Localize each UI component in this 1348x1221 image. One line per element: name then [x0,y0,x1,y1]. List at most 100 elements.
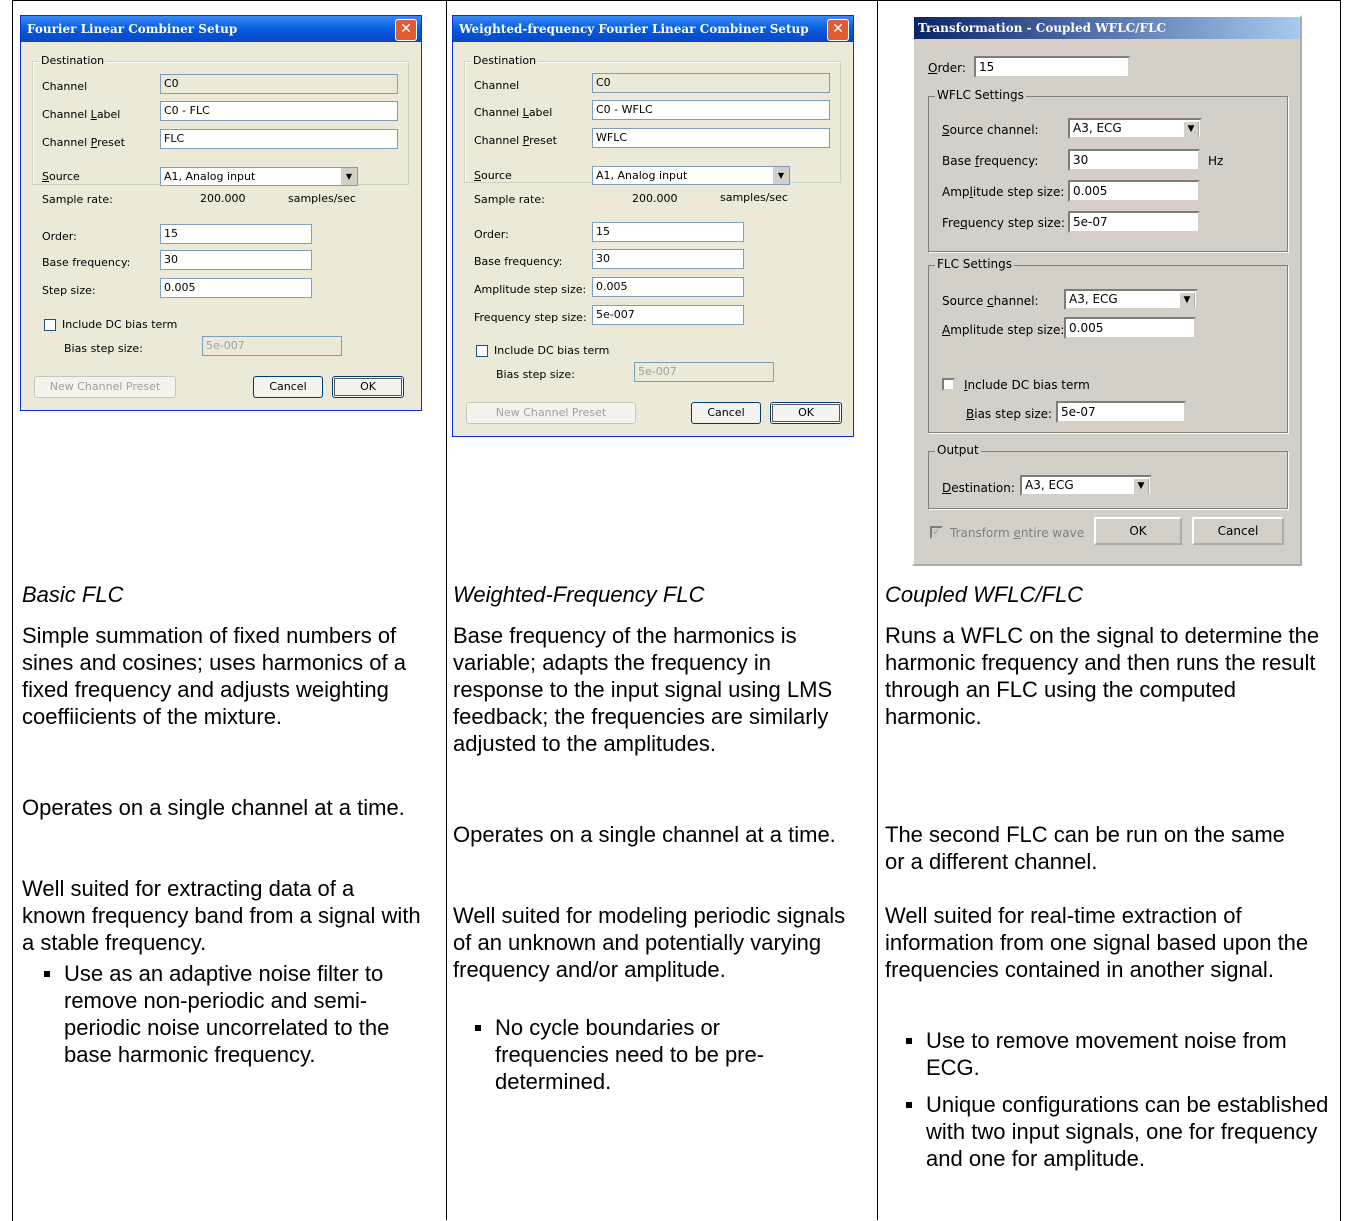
channel-preset-field[interactable]: FLC [160,129,398,149]
cancel-button[interactable]: Cancel [1192,517,1284,545]
bias-step-field[interactable]: 5e-007 [202,336,342,356]
destination-select[interactable]: A3, ECG ▼ [1020,475,1152,496]
frequency-step-field[interactable]: 5e-007 [592,305,744,325]
sample-rate-label: Sample rate: [42,193,113,206]
new-channel-preset-button[interactable]: New Channel Preset [34,376,176,398]
include-dc-label: Include DC bias term [964,378,1090,392]
source-label: Source [42,170,80,183]
bias-step-field[interactable]: 5e-007 [634,362,774,382]
column-description: Simple summation of fixed numbers of sin… [22,623,406,729]
bias-step-label: Bias step size: [64,342,143,355]
channel-label-label: Channel Label [42,108,121,121]
transform-entire-wave-checkbox[interactable]: ✓ [930,526,943,539]
chevron-down-icon[interactable]: ▼ [772,167,789,184]
column-suited: Well suited for real-time extraction of … [885,903,1309,982]
channel-field: C0 [592,73,830,93]
source-select[interactable]: A1, Analog input ▼ [160,167,358,186]
wflc-amplitude-step-label: Amplitude step size: [942,185,1065,199]
channel-label-field[interactable]: C0 - WFLC [592,100,830,120]
column-description: Runs a WFLC on the signal to determine t… [885,623,1320,729]
wflc-frequency-step-label: Frequency step size: [942,216,1065,230]
include-dc-label: Include DC bias term [62,318,178,331]
chevron-down-icon[interactable]: ▼ [340,168,357,185]
cancel-button[interactable]: Cancel [691,402,761,424]
bias-step-label: Bias step size: [966,407,1053,421]
close-icon[interactable]: ✕ [827,19,849,41]
channel-preset-label: Channel Preset [474,134,557,147]
cancel-button[interactable]: Cancel [253,376,323,398]
channel-label-label: Channel Label [474,106,553,119]
bias-step-field[interactable]: 5e-07 [1056,401,1186,423]
column-suited: Well suited for extracting data of a kno… [22,876,421,955]
column-bullets: No cycle boundaries or frequencies need … [467,1014,827,1105]
flc-amplitude-step-label: Amplitude step size: [942,323,1065,337]
include-dc-checkbox[interactable] [476,345,488,357]
include-dc-label: Include DC bias term [494,344,610,357]
channel-preset-label: Channel Preset [42,136,125,149]
chevron-down-icon[interactable]: ▼ [1179,292,1195,308]
destination-label: Destination: [942,481,1015,495]
chevron-down-icon[interactable]: ▼ [1133,478,1149,494]
wflc-source-select[interactable]: A3, ECG ▼ [1068,118,1202,139]
channel-label-field[interactable]: C0 - FLC [160,101,398,121]
flc-amplitude-step-field[interactable]: 0.005 [1064,317,1196,339]
wflc-amplitude-step-field[interactable]: 0.005 [1068,180,1200,202]
base-frequency-field[interactable]: 30 [592,249,744,269]
order-label: Order: [474,228,509,241]
column-description: Base frequency of the harmonics is varia… [453,623,833,756]
flc-source-select[interactable]: A3, ECG ▼ [1064,289,1198,310]
wflc-base-frequency-field[interactable]: 30 [1068,149,1200,171]
sample-rate-unit: samples/sec [720,191,788,204]
column-divider [446,0,447,1220]
ok-button[interactable]: OK [332,376,404,398]
amplitude-step-label: Amplitude step size: [474,283,587,296]
channel-label: Channel [42,80,88,93]
chevron-down-icon[interactable]: ▼ [1183,121,1199,137]
ok-button[interactable]: OK [1094,517,1182,545]
order-field[interactable]: 15 [974,56,1130,78]
column-operates: The second FLC can be run on the same or… [885,822,1285,874]
bias-step-label: Bias step size: [496,368,575,381]
dialog-title: Fourier Linear Combiner Setup [21,16,421,42]
column-caption: Basic FLC [22,582,124,607]
flc-source-label: Source channel: [942,294,1039,308]
wflc-frequency-step-field[interactable]: 5e-07 [1068,211,1200,233]
new-channel-preset-button[interactable]: New Channel Preset [466,402,636,424]
channel-preset-field[interactable]: WFLC [592,128,830,148]
list-item: No cycle boundaries or frequencies need … [467,1014,827,1095]
order-field[interactable]: 15 [160,224,312,244]
close-icon[interactable]: ✕ [395,19,417,41]
frequency-step-label: Frequency step size: [474,311,587,324]
list-item: Unique configurations can be established… [898,1091,1334,1172]
sample-rate-value: 200.000 [632,192,678,205]
list-item: Use as an adaptive noise filter to remov… [36,960,436,1068]
column-suited: Well suited for modeling periodic signal… [453,903,846,982]
column-operates: Operates on a single channel at a time. [22,795,405,820]
sample-rate-label: Sample rate: [474,193,545,206]
transform-entire-wave-label: Transform entire wave [950,526,1085,540]
include-dc-checkbox[interactable] [942,378,955,391]
step-size-field[interactable]: 0.005 [160,278,312,298]
source-label: Source [474,169,512,182]
base-frequency-label: Base frequency: [42,256,131,269]
sample-rate-value: 200.000 [200,192,246,205]
column-bullets: Use to remove movement noise from ECG. U… [898,1027,1334,1182]
wflc-base-frequency-label: Base frequency: [942,154,1039,168]
amplitude-step-field[interactable]: 0.005 [592,277,744,297]
order-field[interactable]: 15 [592,222,744,242]
order-label: Order: [42,230,77,243]
sample-rate-unit: samples/sec [288,192,356,205]
base-frequency-field[interactable]: 30 [160,250,312,270]
source-select[interactable]: A1, Analog input ▼ [592,166,790,185]
include-dc-checkbox[interactable] [44,319,56,331]
dialog-title: Weighted-frequency Fourier Linear Combin… [453,16,853,42]
channel-label: Channel [474,79,520,92]
hz-unit-label: Hz [1208,154,1224,168]
column-caption: Weighted-Frequency FLC [453,582,705,607]
coupled-wflc-flc-dialog: Transformation - Coupled WFLC/FLC Order:… [912,15,1302,566]
ok-button[interactable]: OK [770,402,842,424]
column-bullets: Use as an adaptive noise filter to remov… [36,960,436,1078]
channel-field: C0 [160,74,398,94]
dialog-title: Transformation - Coupled WFLC/FLC [914,17,1300,39]
order-label: Order: [928,61,966,75]
